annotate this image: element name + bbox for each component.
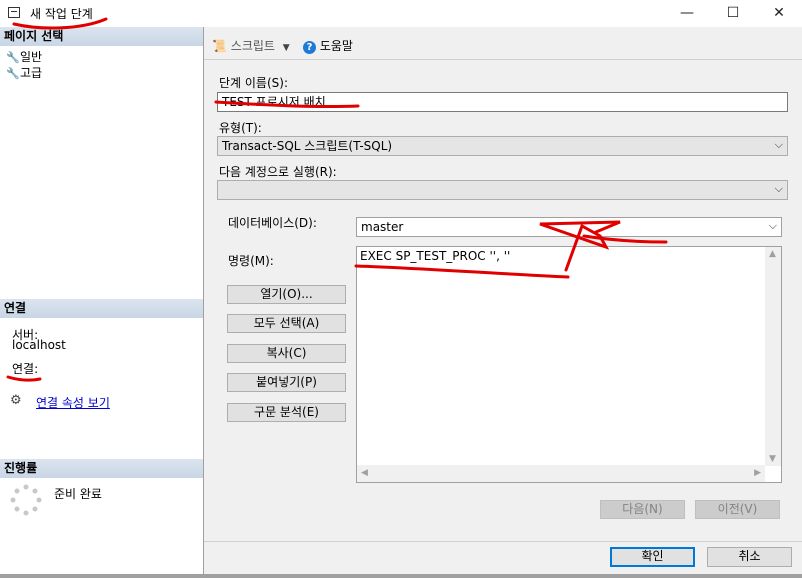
paste-button[interactable]: 붙여넣기(P) <box>227 373 346 392</box>
step-name-label: 단계 이름(S): <box>219 76 288 90</box>
connection-properties-icon: ⚙ <box>10 393 22 408</box>
copy-button[interactable]: 복사(C) <box>227 344 346 363</box>
scroll-left-icon[interactable]: ◀ <box>361 468 368 478</box>
scroll-up-icon[interactable]: ▲ <box>769 249 776 259</box>
prev-button[interactable]: 이전(V) <box>695 500 780 519</box>
window-title: 새 작업 단계 <box>30 7 93 21</box>
scroll-right-icon[interactable]: ▶ <box>754 468 761 478</box>
title-bar: 새 작업 단계 — ☐ ✕ <box>0 0 802 27</box>
view-connection-properties-link[interactable]: 연결 속성 보기 <box>36 394 110 411</box>
help-button[interactable]: ? 도움말 <box>303 37 353 54</box>
page-item-label: 일반 <box>20 50 43 64</box>
run-as-select[interactable]: ⌵ <box>217 180 788 200</box>
minimize-button[interactable]: — <box>664 0 710 27</box>
page-item-label: 고급 <box>20 66 43 80</box>
connection-header: 연결 <box>0 299 203 318</box>
database-label: 데이터베이스(D): <box>228 216 317 230</box>
open-button[interactable]: 열기(O)... <box>227 285 346 304</box>
select-all-button[interactable]: 모두 선택(A) <box>227 314 346 333</box>
wrench-icon: 🔧 <box>6 67 20 80</box>
page-select-header: 페이지 선택 <box>0 27 203 46</box>
window-icon <box>8 7 20 18</box>
bottom-border <box>0 574 802 578</box>
database-select[interactable]: master ⌵ <box>356 217 782 237</box>
page-item-advanced[interactable]: 🔧고급 <box>6 65 42 81</box>
ok-button[interactable]: 확인 <box>610 547 695 567</box>
parse-button[interactable]: 구문 분석(E) <box>227 403 346 422</box>
chevron-down-icon: ⌵ <box>774 138 783 151</box>
chevron-down-icon: ⌵ <box>768 219 777 232</box>
step-name-field[interactable]: TEST 프로시저 배치 <box>217 92 788 112</box>
toolbar-divider <box>204 59 802 60</box>
command-label: 명령(M): <box>228 254 274 268</box>
wrench-icon: 🔧 <box>6 51 20 64</box>
script-label: 스크립트 <box>230 39 275 53</box>
command-text: EXEC SP_TEST_PROC '', '' <box>360 249 511 263</box>
type-select[interactable]: Transact-SQL 스크립트(T-SQL) ⌵ <box>217 136 788 156</box>
vertical-scrollbar[interactable]: ▲ ▼ <box>765 247 781 466</box>
progress-status: 준비 완료 <box>54 487 102 501</box>
horizontal-scrollbar[interactable]: ◀ ▶ <box>357 465 765 482</box>
connection-label: 연결: <box>12 362 39 376</box>
page-item-general[interactable]: 🔧일반 <box>6 49 42 65</box>
progress-spinner-icon <box>10 484 42 516</box>
script-icon: 📜 <box>212 39 227 53</box>
type-label: 유형(T): <box>219 121 262 135</box>
database-value: master <box>361 220 404 234</box>
maximize-button[interactable]: ☐ <box>710 0 756 27</box>
close-button[interactable]: ✕ <box>756 0 802 27</box>
scroll-down-icon[interactable]: ▼ <box>769 454 776 464</box>
type-value: Transact-SQL 스크립트(T-SQL) <box>222 139 393 153</box>
next-button[interactable]: 다음(N) <box>600 500 685 519</box>
cancel-button[interactable]: 취소 <box>707 547 792 567</box>
chevron-down-icon: ⌵ <box>774 182 783 195</box>
progress-header: 진행률 <box>0 459 203 478</box>
footer-divider <box>204 541 802 542</box>
help-label: 도움말 <box>319 39 353 53</box>
run-as-label: 다음 계정으로 실행(R): <box>219 165 337 179</box>
chevron-down-icon: ▼ <box>282 43 290 53</box>
script-button[interactable]: 📜 스크립트 ▼ <box>212 37 290 54</box>
server-value: localhost <box>12 338 66 352</box>
help-icon: ? <box>303 41 316 54</box>
command-textarea[interactable]: EXEC SP_TEST_PROC '', '' ▲ ▼ ◀ ▶ <box>356 246 782 483</box>
